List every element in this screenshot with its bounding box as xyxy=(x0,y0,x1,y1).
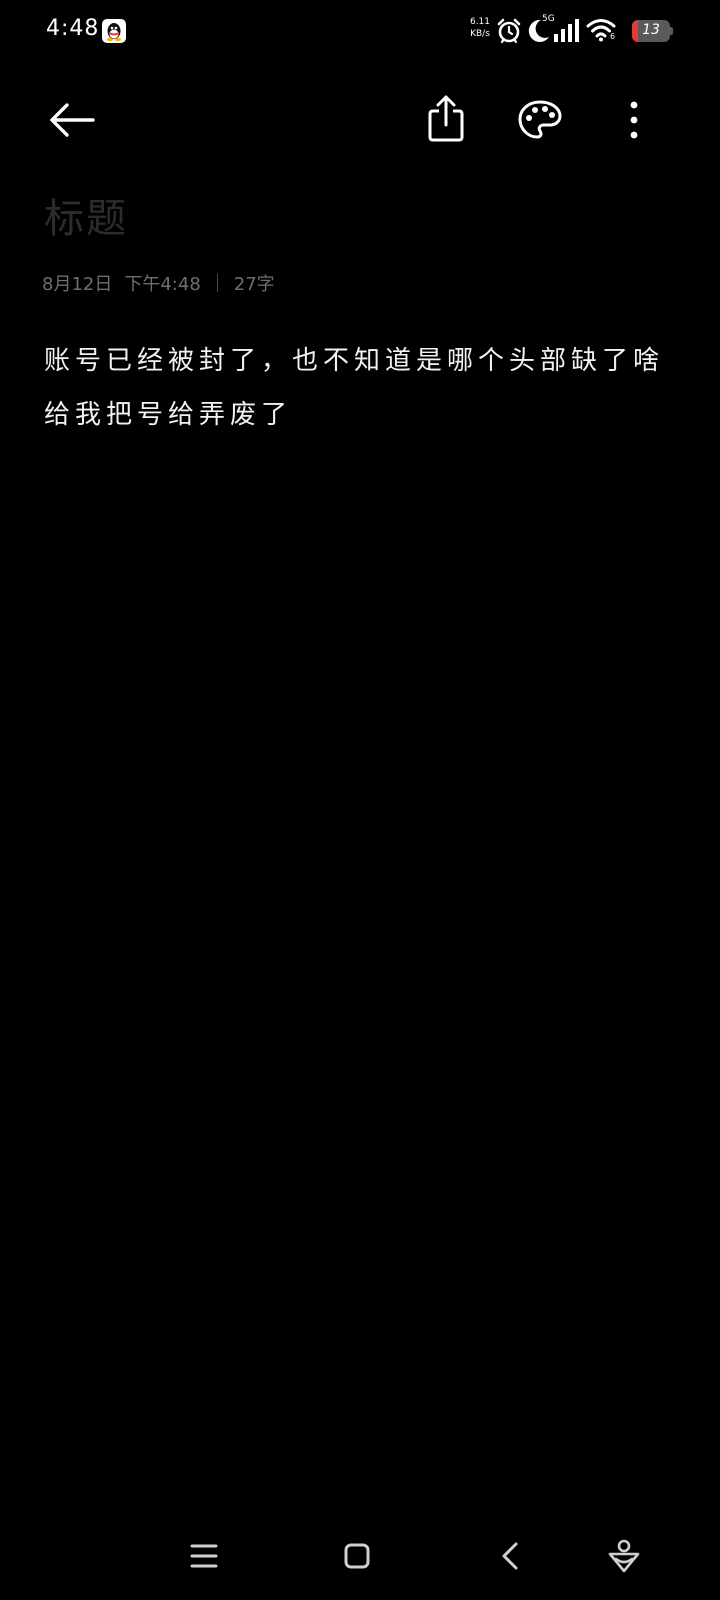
status-bar: 4:48 6.11 KB/s 5G 6 13 xyxy=(0,0,720,64)
theme-button[interactable] xyxy=(510,90,570,150)
share-icon xyxy=(428,95,464,142)
nav-assistant-button[interactable] xyxy=(594,1530,654,1582)
back-icon xyxy=(502,1542,518,1570)
menu-icon xyxy=(190,1544,218,1568)
status-time: 4:48 xyxy=(46,16,100,41)
note-title-input[interactable]: 标题 xyxy=(44,186,128,244)
network-speed-value: 6.11 xyxy=(469,17,491,27)
note-body-editor[interactable]: 账号已经被封了，也不知道是哪个头部缺了啥给我把号给弄废了 xyxy=(44,334,680,442)
note-time: 下午4:48 xyxy=(124,274,201,295)
battery-icon: 13 xyxy=(632,20,670,42)
battery-tip xyxy=(670,27,673,35)
more-vertical-icon xyxy=(630,101,638,139)
wifi-icon: 6 xyxy=(586,18,616,46)
signal-icon: 5G xyxy=(542,14,582,48)
network-speed-unit: KB/s xyxy=(470,29,490,39)
network-type: 5G xyxy=(542,14,555,24)
home-icon xyxy=(344,1543,370,1569)
battery-percentage: 13 xyxy=(642,22,660,38)
back-arrow-icon xyxy=(50,103,95,137)
note-date: 8月12日 xyxy=(42,274,113,295)
alarm-icon xyxy=(496,17,522,49)
network-speed: 6.11 KB/s xyxy=(466,16,494,40)
note-meta: 8月12日 下午4:48 27字 xyxy=(42,270,275,296)
more-options-button[interactable] xyxy=(604,90,664,150)
nav-home-button[interactable] xyxy=(327,1530,387,1582)
nav-back-button[interactable] xyxy=(480,1530,540,1582)
assistant-icon xyxy=(608,1539,640,1573)
wifi-level: 6 xyxy=(610,32,616,41)
nav-menu-button[interactable] xyxy=(174,1530,234,1582)
meta-divider xyxy=(216,274,218,292)
palette-icon xyxy=(518,100,562,139)
share-button[interactable] xyxy=(416,88,476,148)
note-char-count: 27字 xyxy=(233,274,275,295)
back-button[interactable] xyxy=(42,90,102,150)
qq-icon xyxy=(102,19,126,43)
